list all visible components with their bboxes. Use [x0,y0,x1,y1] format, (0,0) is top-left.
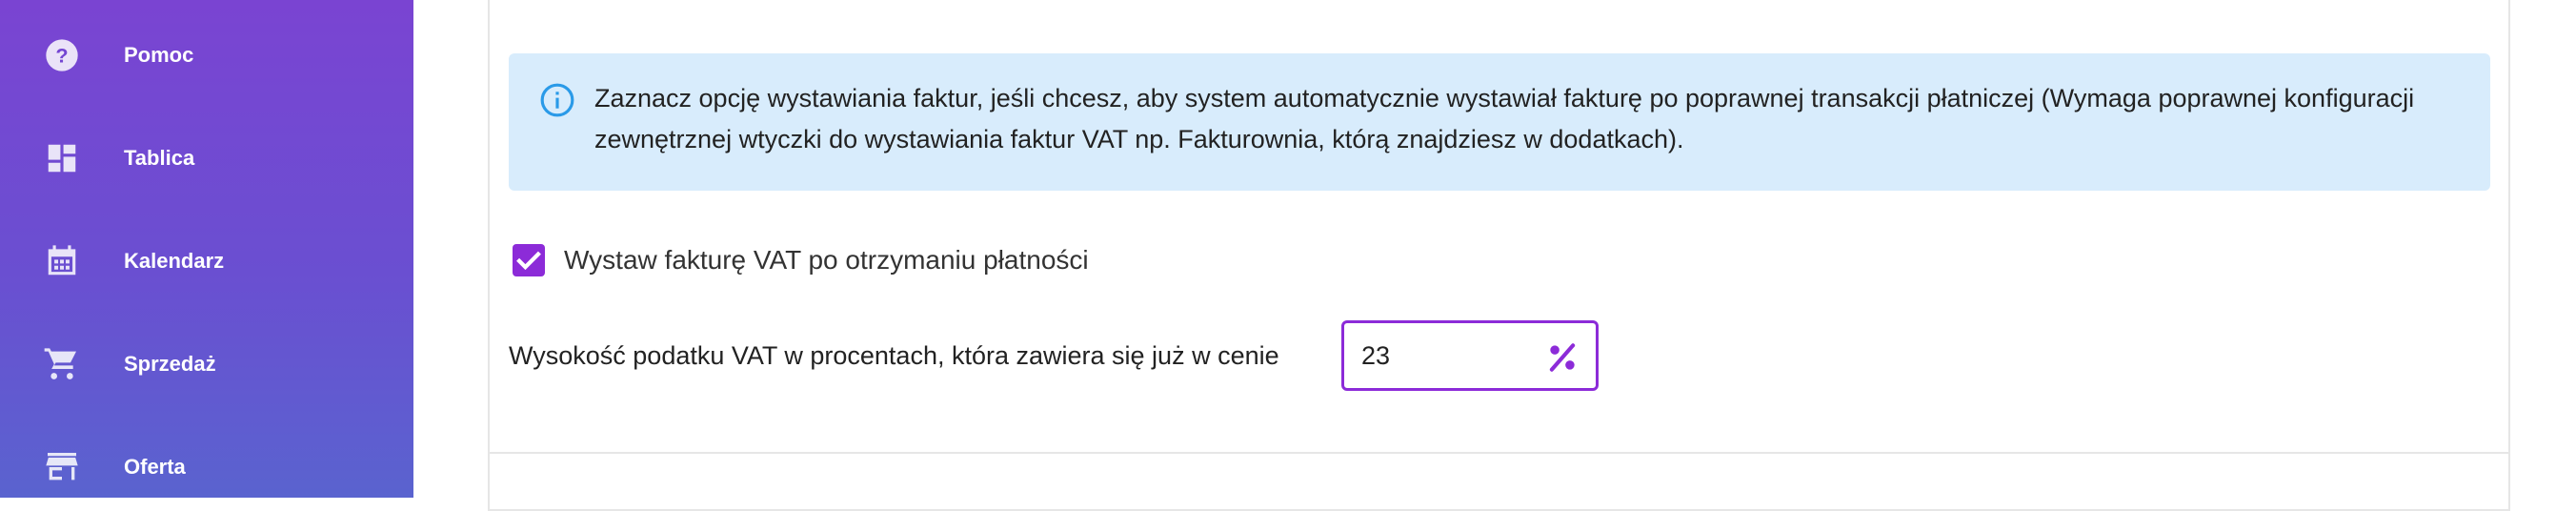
sidebar-item-label: Sprzedaż [124,352,216,376]
percent-icon [1544,339,1580,376]
sidebar: ? Pomoc Tablica Kalendarz Sprzedaż Ofert… [0,0,413,498]
sidebar-item-pomoc[interactable]: ? Pomoc [0,17,413,93]
checkmark-icon [516,251,541,271]
vat-rate-label: Wysokość podatku VAT w procentach, która… [509,341,1279,370]
sidebar-item-sprzedaz[interactable]: Sprzedaż [0,326,413,402]
cart-icon [42,344,82,384]
sidebar-item-tablica[interactable]: Tablica [0,120,413,196]
invoice-checkbox-label[interactable]: Wystaw fakturę VAT po otrzymaniu płatnoś… [564,243,1089,277]
card-divider [488,452,2510,454]
sidebar-item-label: Kalendarz [124,249,225,273]
store-icon [42,447,82,487]
invoice-checkbox[interactable] [513,244,545,276]
svg-text:?: ? [55,44,68,68]
info-alert: Zaznacz opcję wystawiania faktur, jeśli … [509,53,2490,191]
help-icon: ? [42,35,82,75]
sidebar-item-kalendarz[interactable]: Kalendarz [0,223,413,299]
calendar-icon [42,241,82,281]
vat-rate-input[interactable] [1361,337,1514,375]
sidebar-item-label: Pomoc [124,43,194,67]
sidebar-item-oferta[interactable]: Oferta [0,429,413,505]
sidebar-item-label: Tablica [124,146,195,170]
info-icon [539,82,575,118]
info-text: Zaznacz opcję wystawiania faktur, jeśli … [594,84,2415,153]
sidebar-item-label: Oferta [124,455,186,479]
dashboard-icon [42,138,82,178]
vat-rate-field[interactable] [1341,320,1599,391]
